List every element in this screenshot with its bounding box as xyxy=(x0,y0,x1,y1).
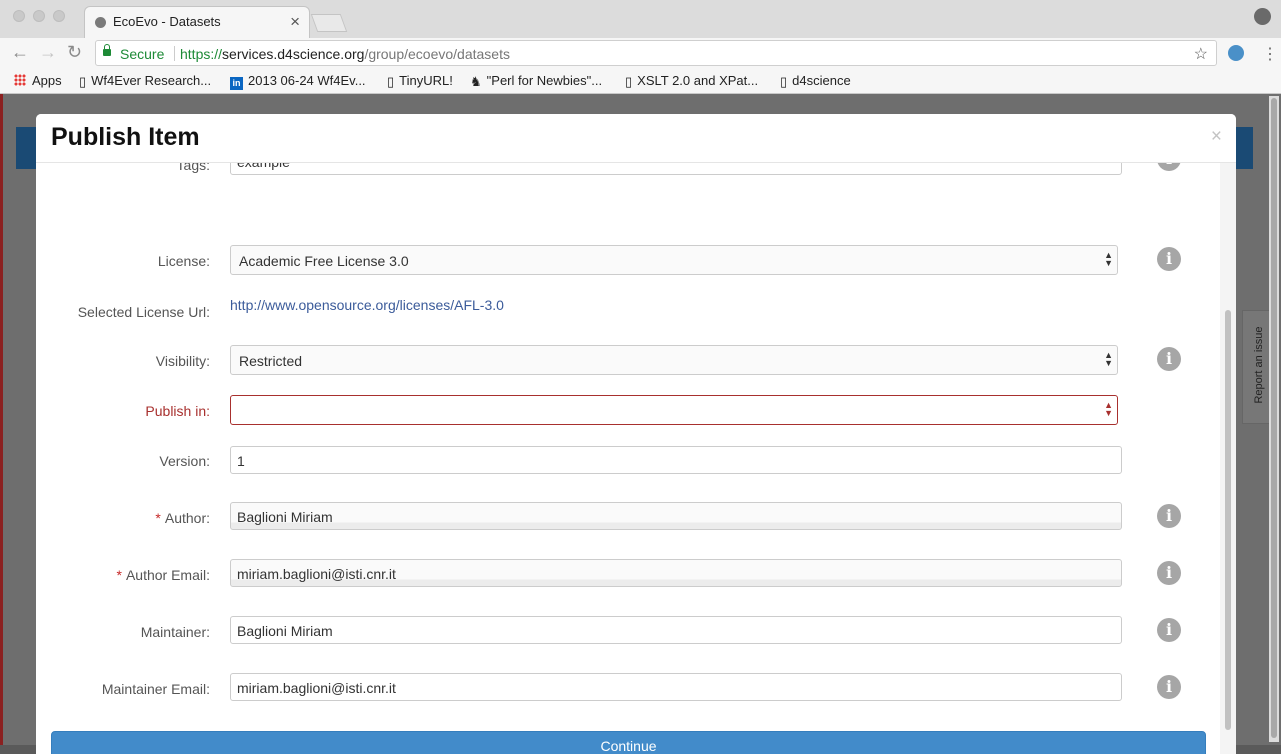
tags-input[interactable]: example xyxy=(230,163,1122,175)
modal-body: Tags: example i License: Academic Free L… xyxy=(36,163,1236,754)
visibility-info-icon[interactable]: i xyxy=(1157,347,1181,371)
minimize-window-button[interactable] xyxy=(33,10,45,22)
profile-icon[interactable] xyxy=(1254,8,1271,25)
url-text: https://services.d4science.org/group/eco… xyxy=(180,46,510,62)
license-url-label: Selected License Url: xyxy=(77,304,210,320)
license-select[interactable]: Academic Free License 3.0 ▲ ▼ xyxy=(230,245,1118,275)
select-arrows-icon: ▲ ▼ xyxy=(1104,400,1113,418)
modal-scrollbar[interactable] xyxy=(1220,163,1236,754)
bookmarks-bar: Apps ▯ Wf4Ever Research... in 2013 06-24 W… xyxy=(0,68,1281,94)
version-input[interactable]: 1 xyxy=(230,446,1122,474)
author-info-icon[interactable]: i xyxy=(1157,504,1181,528)
browser-toolbar: ← → ↻ Secure https://services.d4science.… xyxy=(0,38,1281,68)
maintainer-email-input[interactable]: miriam.baglioni@isti.cnr.it xyxy=(230,673,1122,701)
favicon-icon xyxy=(95,17,106,28)
page-icon: ▯ xyxy=(79,74,87,89)
author-email-label: * Author Email: xyxy=(116,567,211,583)
select-arrows-icon: ▲ ▼ xyxy=(1104,350,1113,368)
bookmark-tinyurl[interactable]: ▯ TinyURL! xyxy=(387,73,453,90)
backdrop-accent xyxy=(0,94,3,745)
address-divider xyxy=(174,46,175,61)
select-arrows-icon: ▲ ▼ xyxy=(1104,250,1113,268)
modal-scrollbar-thumb[interactable] xyxy=(1225,310,1231,730)
maintainer-email-info-icon[interactable]: i xyxy=(1157,675,1181,699)
maintainer-info-icon[interactable]: i xyxy=(1157,618,1181,642)
modal-header: Publish Item × xyxy=(36,114,1236,163)
close-tab-icon[interactable]: × xyxy=(290,12,300,32)
author-label: * Author: xyxy=(155,510,210,526)
bookmark-perl-for-newbies[interactable]: ♞ "Perl for Newbies"... xyxy=(470,73,602,90)
license-label: License: xyxy=(157,253,210,269)
browser-tab-strip: EcoEvo - Datasets × xyxy=(0,0,1281,38)
bookmark-apps[interactable]: Apps xyxy=(14,73,62,88)
bookmark-xslt[interactable]: ▯ XSLT 2.0 and XPat... xyxy=(625,73,758,90)
address-bar[interactable]: Secure https://services.d4science.org/gr… xyxy=(95,40,1217,66)
extension-globe-icon[interactable] xyxy=(1228,45,1244,61)
continue-button[interactable]: Continue xyxy=(51,731,1206,754)
camel-icon: ♞ xyxy=(470,74,482,89)
maintainer-email-label: Maintainer Email: xyxy=(101,681,210,697)
browser-tab[interactable]: EcoEvo - Datasets × xyxy=(84,6,310,38)
close-modal-icon[interactable]: × xyxy=(1211,126,1222,148)
forward-icon[interactable]: → xyxy=(39,42,57,63)
back-icon[interactable]: ← xyxy=(11,42,29,63)
license-info-icon[interactable]: i xyxy=(1157,247,1181,271)
publish-in-label: Publish in: xyxy=(145,403,210,419)
maintainer-label: Maintainer: xyxy=(140,624,210,640)
apps-grid-icon xyxy=(14,74,26,86)
secure-label: Secure xyxy=(120,46,165,62)
report-issue-label: Report an issue xyxy=(1253,326,1265,404)
new-tab-button[interactable] xyxy=(310,14,348,32)
menu-kebab-icon[interactable]: ⋮ xyxy=(1262,44,1278,64)
required-marker: * xyxy=(155,510,161,526)
page-scrollbar[interactable] xyxy=(1269,96,1279,742)
publish-in-select[interactable]: ▲ ▼ xyxy=(230,395,1118,425)
author-input[interactable]: Baglioni Miriam xyxy=(230,502,1122,530)
reload-icon[interactable]: ↻ xyxy=(67,42,82,63)
license-selected-value: Academic Free License 3.0 xyxy=(239,253,409,269)
bookmark-d4science[interactable]: ▯ d4science xyxy=(780,73,851,90)
maximize-window-button[interactable] xyxy=(53,10,65,22)
linkedin-icon: in xyxy=(230,77,243,90)
page-icon: ▯ xyxy=(387,74,395,89)
visibility-select[interactable]: Restricted ▲ ▼ xyxy=(230,345,1118,375)
tags-info-icon[interactable]: i xyxy=(1157,163,1181,171)
bookmark-linkedin-wf4ever[interactable]: in 2013 06-24 Wf4Ev... xyxy=(230,73,366,90)
author-email-info-icon[interactable]: i xyxy=(1157,561,1181,585)
version-label: Version: xyxy=(159,453,210,469)
tab-title: EcoEvo - Datasets xyxy=(113,14,221,29)
close-window-button[interactable] xyxy=(13,10,25,22)
visibility-selected-value: Restricted xyxy=(239,353,303,369)
publish-item-modal: Publish Item × Tags: example i License: … xyxy=(36,114,1236,754)
bookmark-wf4ever-research[interactable]: ▯ Wf4Ever Research... xyxy=(79,73,211,90)
maintainer-input[interactable]: Baglioni Miriam xyxy=(230,616,1122,644)
required-marker: * xyxy=(116,567,122,583)
visibility-label: Visibility: xyxy=(155,353,210,369)
bookmark-star-icon[interactable]: ☆ xyxy=(1194,44,1208,64)
lock-icon xyxy=(103,44,111,56)
author-email-input[interactable]: miriam.baglioni@isti.cnr.it xyxy=(230,559,1122,587)
page-icon: ▯ xyxy=(625,74,633,89)
page-scrollbar-thumb[interactable] xyxy=(1271,98,1277,738)
modal-title: Publish Item xyxy=(51,123,200,151)
license-url-link[interactable]: http://www.opensource.org/licenses/AFL-3… xyxy=(230,297,504,313)
page-icon: ▯ xyxy=(780,74,788,89)
tags-label: Tags: xyxy=(176,163,210,173)
